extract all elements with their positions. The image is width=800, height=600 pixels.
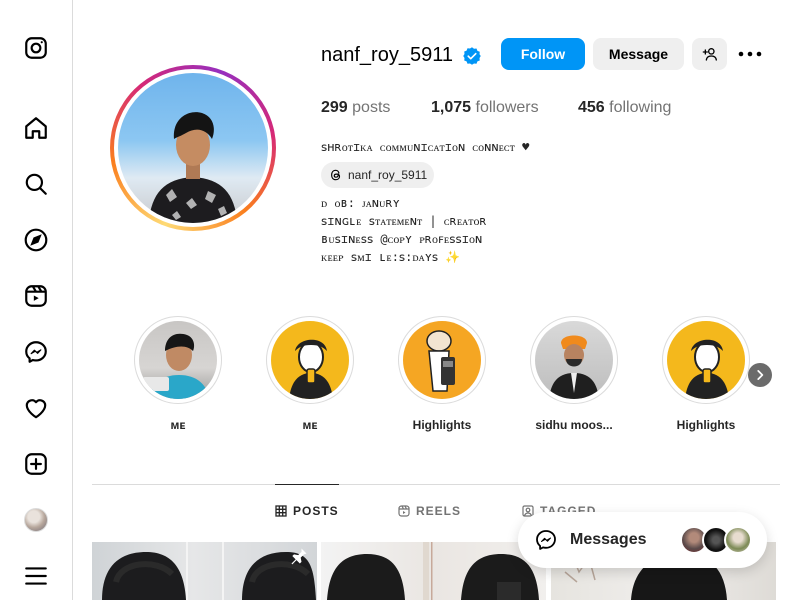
messenger-icon xyxy=(536,530,556,550)
sidebar xyxy=(0,0,73,600)
reels-tab-icon xyxy=(398,505,410,517)
search-icon[interactable] xyxy=(22,170,50,198)
following-label: following xyxy=(609,99,672,116)
tab-posts[interactable]: POSTS xyxy=(275,504,339,518)
highlight-item[interactable]: Highlights xyxy=(398,316,486,432)
highlight-label: ᴍᴇ xyxy=(302,418,318,432)
tab-reels[interactable]: REELS xyxy=(398,504,461,518)
reels-icon[interactable] xyxy=(22,282,50,310)
avatar xyxy=(724,526,752,554)
options-button[interactable] xyxy=(737,42,763,66)
highlight-label: Highlights xyxy=(676,418,736,432)
bio-line-1: ꜱʜʀᴏᴛɪᴋᴀ ᴄᴏᴍᴍᴜɴɪᴄᴀᴛɪᴏɴ ᴄᴏɴɴᴇᴄᴛ ♥ xyxy=(321,140,530,154)
add-user-icon xyxy=(702,48,717,61)
highlight-item[interactable]: ᴍᴇ xyxy=(134,316,222,432)
posts-count: 299 xyxy=(321,99,348,116)
followers-label: followers xyxy=(475,99,539,116)
threads-link-chip[interactable]: nanf_roy_5911 xyxy=(321,162,434,188)
profile-username: nanf_roy_5911 xyxy=(321,44,453,66)
create-plus-icon[interactable] xyxy=(22,450,50,478)
following-count: 456 xyxy=(578,99,605,116)
messenger-icon[interactable] xyxy=(22,338,50,366)
bio-line-2: ᴅ ᴏʙ: ᴊᴀɴᴜʀʏ xyxy=(321,196,400,210)
bio-line-3: ꜱɪɴɢʟᴇ ꜱᴛᴀᴛᴇᴍᴇɴᴛ | ᴄʀᴇᴀᴛᴏʀ xyxy=(321,214,487,228)
messages-drawer-button[interactable]: Messages xyxy=(518,512,767,568)
suggested-accounts-button[interactable] xyxy=(692,38,727,70)
post-thumbnail[interactable] xyxy=(92,542,317,600)
active-tab-indicator xyxy=(275,484,339,485)
instagram-profile-page: nanf_roy_5911 Follow Message 299 posts 1… xyxy=(0,0,800,600)
notifications-heart-icon[interactable] xyxy=(22,394,50,422)
profile-picture xyxy=(118,73,268,223)
pinned-post-icon xyxy=(291,548,307,565)
chevron-right-icon xyxy=(757,370,764,380)
tab-label: REELS xyxy=(416,504,462,518)
posts-label: posts xyxy=(352,99,391,116)
following-stat[interactable]: 456 following xyxy=(578,99,671,117)
followers-count: 1,075 xyxy=(431,99,472,116)
profile-avatar[interactable] xyxy=(22,506,50,534)
tab-label: POSTS xyxy=(293,504,339,518)
post-thumbnail[interactable] xyxy=(321,542,546,600)
messages-label: Messages xyxy=(570,531,647,548)
message-button[interactable]: Message xyxy=(593,38,684,70)
highlight-item[interactable]: ᴍᴇ xyxy=(266,316,354,432)
bio-line-4: ʙᴜꜱɪɴᴇꜱꜱ @ᴄᴏᴘʏ ᴘʀᴏꜰᴇꜱꜱɪᴏɴ xyxy=(321,232,483,246)
messages-recent-avatars xyxy=(680,526,752,554)
grid-icon xyxy=(275,505,287,517)
instagram-logo-icon[interactable] xyxy=(22,34,50,62)
threads-handle: nanf_roy_5911 xyxy=(348,168,428,182)
highlight-label: sidhu moos... xyxy=(535,418,613,432)
verified-badge-icon xyxy=(463,47,481,65)
highlight-label: ᴍᴇ xyxy=(170,418,186,432)
highlights-next-button[interactable] xyxy=(748,363,772,387)
profile-picture-story-ring[interactable] xyxy=(110,65,276,231)
followers-stat[interactable]: 1,075 followers xyxy=(431,99,539,117)
highlight-item[interactable]: Highlights xyxy=(662,316,750,432)
more-options-icon xyxy=(738,51,762,57)
more-menu-icon[interactable] xyxy=(22,562,50,590)
posts-stat: 299 posts xyxy=(321,99,390,117)
explore-icon[interactable] xyxy=(22,226,50,254)
highlight-item[interactable]: sidhu moos... xyxy=(530,316,618,432)
bio-line-5: ᴋᴇᴇᴘ ꜱᴍɪ ʟᴇ:ꜱ:ᴅᴀʏꜱ ✨ xyxy=(321,250,461,264)
home-icon[interactable] xyxy=(22,114,50,142)
threads-icon xyxy=(331,169,341,181)
tabs-divider xyxy=(92,484,780,485)
follow-button[interactable]: Follow xyxy=(501,38,585,70)
highlight-label: Highlights xyxy=(412,418,472,432)
